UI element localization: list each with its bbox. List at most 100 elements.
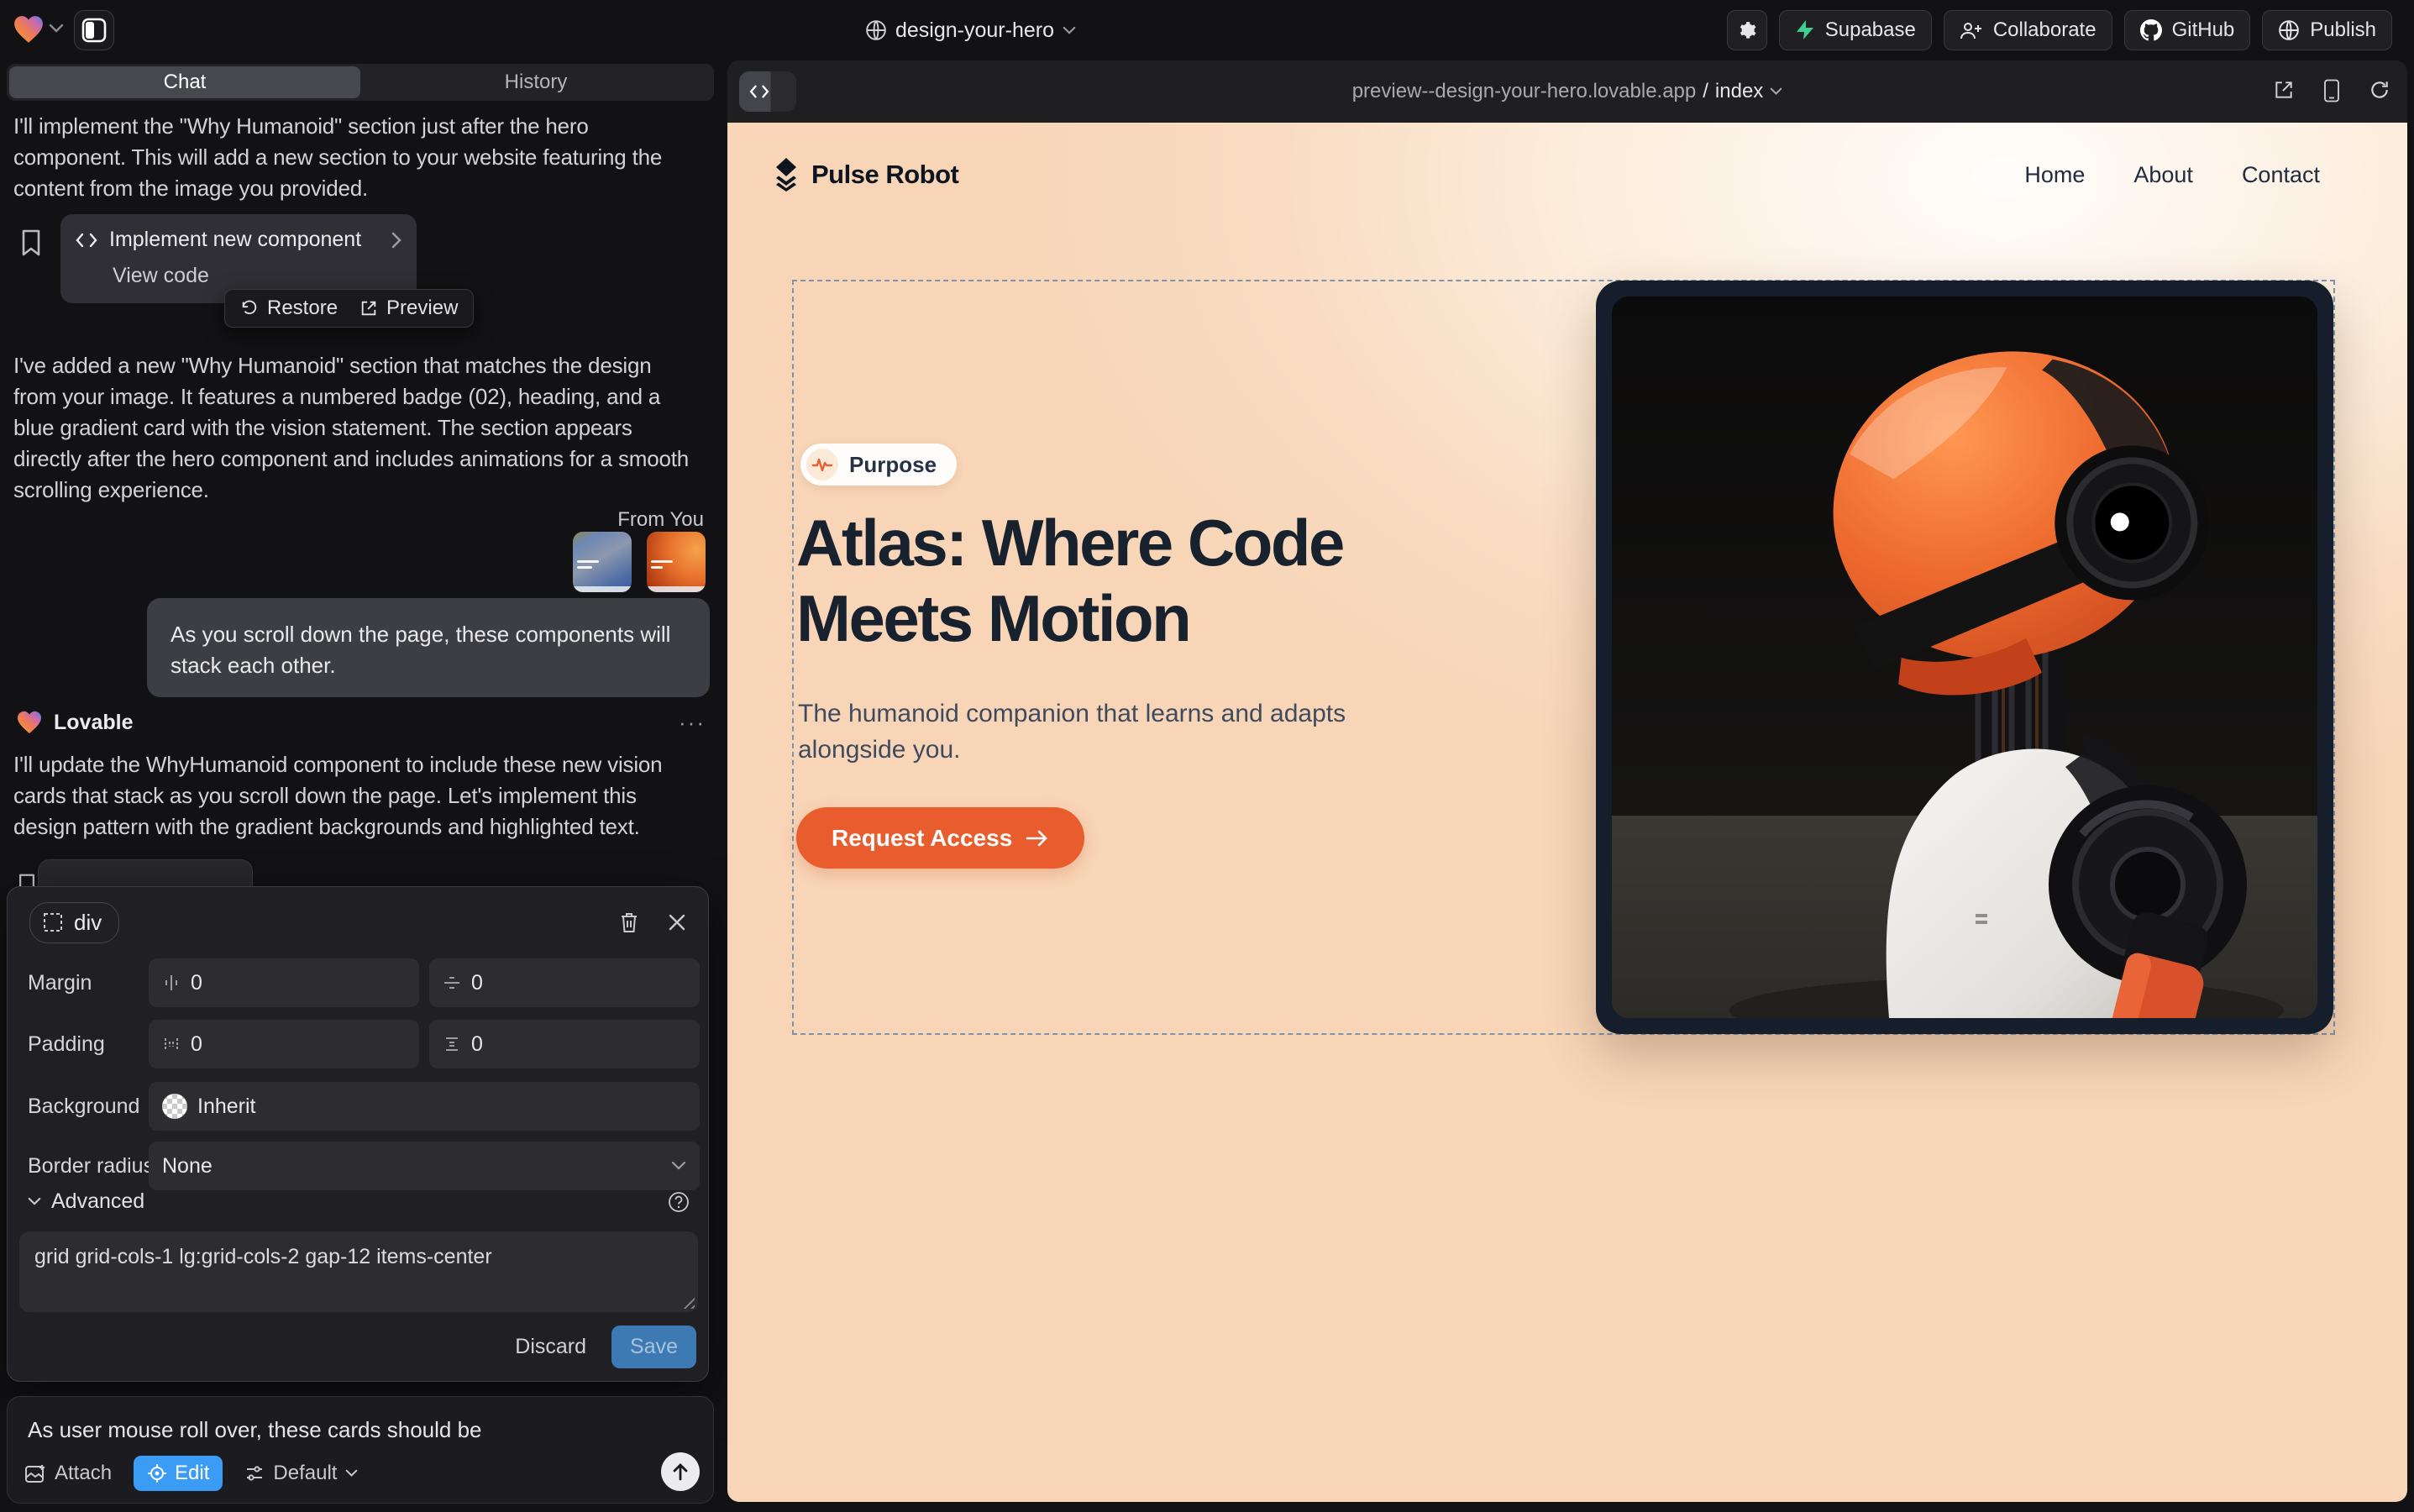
pulse-icon	[812, 456, 832, 473]
attach-image-icon	[24, 1463, 46, 1483]
border-radius-label: Border radius	[28, 1154, 154, 1179]
padding-y-input[interactable]: 0	[429, 1020, 700, 1068]
advanced-classes-textarea[interactable]: grid grid-cols-1 lg:grid-cols-2 gap-12 i…	[19, 1231, 698, 1312]
site-brand-name: Pulse Robot	[811, 160, 958, 190]
sidebar-toggle-button[interactable]	[74, 10, 114, 50]
nav-about[interactable]: About	[2133, 162, 2193, 188]
chat-composer[interactable]: As user mouse roll over, these cards sho…	[7, 1396, 714, 1504]
resize-handle[interactable]	[680, 1294, 695, 1309]
preview-button[interactable]: Preview	[359, 297, 458, 320]
nav-home[interactable]: Home	[2024, 162, 2085, 188]
purpose-badge: Purpose	[800, 444, 957, 486]
margin-x-input[interactable]: 0	[149, 958, 419, 1007]
github-button[interactable]: GitHub	[2124, 10, 2251, 50]
assistant-message-2: I've added a new "Why Humanoid" section …	[13, 350, 695, 506]
margin-y-icon	[443, 974, 461, 992]
border-radius-value: None	[162, 1154, 213, 1179]
attachment-thumbnail-blue[interactable]	[573, 532, 632, 592]
edit-mode-button[interactable]: Edit	[134, 1456, 223, 1491]
chat-panel: Chat History I'll implement the "Why Hum…	[7, 60, 714, 1512]
preview-url-page: index	[1715, 80, 1763, 103]
site-brand[interactable]: Pulse Robot	[771, 158, 958, 192]
background-value: Inherit	[197, 1095, 255, 1119]
restore-icon	[240, 299, 259, 318]
version-hover-actions: Restore Preview	[224, 289, 474, 328]
view-code-link[interactable]: View code	[113, 264, 401, 288]
sliders-icon	[244, 1464, 265, 1483]
margin-x-value: 0	[191, 971, 202, 995]
chevron-down-icon[interactable]	[49, 24, 64, 34]
external-link-icon	[359, 299, 378, 318]
hero-headline: Atlas: Where Code Meets Motion	[796, 505, 1343, 656]
publish-globe-icon	[2278, 19, 2300, 41]
preview-url-separator: /	[1703, 80, 1708, 103]
supabase-label: Supabase	[1825, 18, 1916, 42]
tab-chat[interactable]: Chat	[9, 66, 360, 98]
preview-url-bar[interactable]: preview--design-your-hero.lovable.app / …	[727, 60, 2407, 123]
restore-button[interactable]: Restore	[240, 297, 338, 320]
border-radius-select[interactable]: None	[149, 1142, 700, 1190]
collaborate-icon	[1960, 20, 1983, 40]
assistant-message-3: I'll update the WhyHumanoid component to…	[13, 749, 695, 843]
chevron-down-icon	[671, 1161, 686, 1171]
external-link-icon	[2273, 79, 2295, 101]
open-in-new-tab-button[interactable]	[2273, 79, 2295, 102]
assistant-message-1: I'll implement the "Why Humanoid" sectio…	[13, 111, 695, 204]
tab-history[interactable]: History	[360, 66, 711, 98]
project-switcher[interactable]: design-your-hero	[865, 15, 1076, 45]
mobile-view-button[interactable]	[2323, 79, 2340, 102]
padding-y-value: 0	[471, 1032, 483, 1057]
lovable-logo-icon[interactable]	[13, 15, 44, 44]
composer-input[interactable]: As user mouse roll over, these cards sho…	[28, 1417, 482, 1443]
request-access-button[interactable]: Request Access	[796, 807, 1084, 869]
help-icon[interactable]	[668, 1191, 690, 1213]
settings-button[interactable]	[1727, 10, 1767, 50]
padding-x-input[interactable]: 0	[149, 1020, 419, 1068]
selected-element-chip[interactable]: div	[29, 902, 119, 943]
hero-headline-line2: Meets Motion	[796, 580, 1343, 656]
assistant-name: Lovable	[54, 711, 667, 735]
attach-button[interactable]: Attach	[24, 1462, 112, 1485]
padding-x-value: 0	[191, 1032, 202, 1057]
code-icon	[76, 232, 97, 249]
hero-subtext: The humanoid companion that learns and a…	[798, 696, 1352, 768]
component-card-title: Implement new component	[109, 228, 380, 252]
preview-url-host: preview--design-your-hero.lovable.app	[1352, 80, 1697, 103]
close-icon[interactable]	[668, 913, 686, 932]
margin-y-value: 0	[471, 971, 483, 995]
github-icon	[2140, 19, 2162, 41]
site-canvas: Pulse Robot Home About Contact Purpose A…	[727, 123, 2407, 1502]
refresh-icon	[2369, 79, 2390, 101]
user-message: As you scroll down the page, these compo…	[147, 598, 710, 697]
chevron-down-icon[interactable]	[28, 1197, 41, 1206]
bookmark-icon[interactable]	[20, 229, 42, 256]
collaborate-button[interactable]: Collaborate	[1944, 10, 2112, 50]
supabase-button[interactable]: Supabase	[1779, 10, 1932, 50]
advanced-label[interactable]: Advanced	[51, 1189, 144, 1214]
margin-y-input[interactable]: 0	[429, 958, 700, 1007]
model-mode-select[interactable]: Default	[244, 1462, 358, 1485]
nav-contact[interactable]: Contact	[2242, 162, 2320, 188]
save-button[interactable]: Save	[611, 1326, 696, 1368]
sidebar-toggle-icon	[81, 18, 107, 43]
chevron-down-icon	[345, 1469, 358, 1478]
mode-label: Default	[273, 1462, 337, 1485]
restore-label: Restore	[267, 297, 338, 320]
message-menu-button[interactable]: ···	[679, 710, 706, 736]
preview-label: Preview	[386, 297, 458, 320]
dashed-box-icon	[42, 911, 64, 933]
delete-element-icon[interactable]	[619, 911, 639, 933]
attachment-thumbnail-orange[interactable]	[647, 532, 706, 592]
margin-label: Margin	[28, 971, 92, 995]
discard-button[interactable]: Discard	[515, 1335, 586, 1359]
gear-icon	[1736, 19, 1758, 41]
background-label: Background	[28, 1095, 139, 1119]
publish-button[interactable]: Publish	[2262, 10, 2392, 50]
collaborate-label: Collaborate	[1993, 18, 2097, 42]
background-input[interactable]: Inherit	[149, 1082, 700, 1131]
send-button[interactable]	[661, 1452, 700, 1491]
lovable-heart-icon	[17, 711, 42, 734]
arrow-up-icon	[671, 1462, 690, 1482]
refresh-button[interactable]	[2369, 79, 2390, 102]
from-you-label: From You	[617, 508, 704, 532]
